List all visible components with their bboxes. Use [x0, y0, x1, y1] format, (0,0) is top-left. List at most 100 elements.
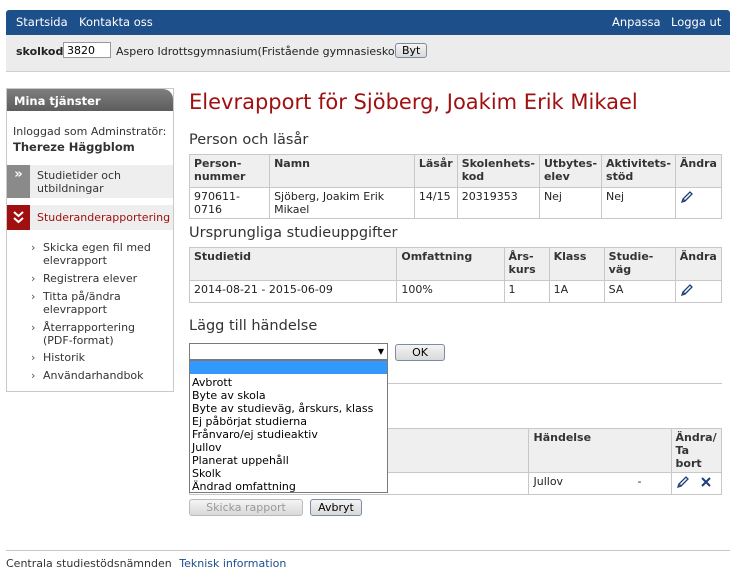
column-header: Klass: [548, 247, 605, 281]
sidebar-subitem-registrera[interactable]: › Registrera elever: [31, 272, 171, 285]
option-item[interactable]: Ändrad omfattning: [192, 480, 296, 493]
column-header: Utbytes-elev: [538, 154, 603, 188]
option-item[interactable]: Jullov: [192, 441, 222, 454]
pencil-icon[interactable]: [680, 190, 694, 204]
option-item[interactable]: Byte av skola: [192, 389, 266, 402]
sidebar-subitem-label: Skicka egen fil med elevrapport: [43, 241, 151, 267]
column-header: Omfattning: [396, 247, 505, 281]
sidebar-subitem-skicka-fil[interactable]: › Skicka egen fil med elevrapport: [31, 241, 171, 267]
table-cell: SA: [603, 280, 676, 303]
ok-button[interactable]: OK: [395, 344, 445, 361]
table-cell: 100%: [396, 280, 505, 303]
column-header: Skolenhets-kod: [456, 154, 540, 188]
school-code-label: skolkod:: [16, 45, 68, 58]
sidebar-item-studietider[interactable]: » Studietider och utbildningar: [7, 165, 173, 198]
top-navigation-bar: Startsida Kontakta oss Anpassa Logga ut: [6, 10, 730, 35]
dropdown-arrow-icon: ▼: [377, 347, 384, 356]
change-school-button[interactable]: Byt: [395, 43, 428, 58]
column-header: Aktivitets-stöd: [601, 154, 676, 188]
table-cell: 14/15: [413, 187, 458, 219]
option-item[interactable]: Avbrott: [192, 376, 232, 389]
home-link[interactable]: Startsida: [16, 15, 68, 29]
section-heading-person: Person och läsår: [189, 132, 309, 148]
footer-org: Centrala studiestödsnämnden: [6, 557, 172, 570]
sidebar-subitem-historik[interactable]: › Historik: [31, 351, 171, 364]
chevron-right-icon: ›: [31, 272, 36, 285]
column-header: Ändra: [674, 247, 723, 281]
table-cell: Sjöberg, Joakim Erik Mikael: [269, 187, 415, 219]
school-name: Aspero Idrottsgymnasium(Fristående gymna…: [116, 45, 409, 58]
event-select[interactable]: ▼: [189, 343, 388, 360]
pencil-icon[interactable]: [676, 475, 690, 489]
sidebar-item-label: Studeranderapportering: [37, 211, 171, 224]
customize-link[interactable]: Anpassa: [612, 15, 661, 29]
section-heading-studieuppgifter: Ursprungliga studieuppgifter: [189, 225, 398, 241]
option-item[interactable]: Ej påbörjat studierna: [192, 415, 307, 428]
footer-divider: [6, 550, 730, 551]
sidebar-subitem-label: Historik: [43, 351, 86, 364]
table-cell: Nej: [601, 187, 676, 219]
sidebar-subitem-label: Registrera elever: [43, 272, 138, 285]
table-cell: 20319353: [456, 187, 540, 219]
send-report-button[interactable]: Skicka rapport: [189, 499, 303, 516]
sidebar-subitem-aterrapportering[interactable]: › Återrapportering (PDF-format): [31, 321, 171, 347]
sidebar-item-label: Studietider och utbildningar: [37, 169, 121, 195]
section-heading-lagg-till: Lägg till händelse: [189, 318, 318, 334]
study-table: Studietid Omfattning Års-kurs Klass Stud…: [188, 247, 723, 303]
table-cell: Nej: [538, 187, 603, 219]
cancel-button[interactable]: Avbryt: [310, 499, 362, 516]
logged-in-user: Thereze Häggblom: [13, 140, 135, 154]
sidebar-item-studeranderapportering[interactable]: Studeranderapportering: [7, 205, 173, 230]
option-item[interactable]: Byte av studieväg, årskurs, klass: [192, 402, 373, 415]
highlighted-empty-option[interactable]: [190, 361, 387, 374]
double-chevron-down-icon: [7, 205, 30, 230]
pencil-icon[interactable]: [680, 283, 694, 297]
table-cell: Jullov -: [528, 472, 672, 495]
column-header: Ändra/ Ta bort: [670, 428, 723, 473]
school-bar: skolkod: Aspero Idrottsgymnasium(Friståe…: [6, 35, 730, 72]
logout-link[interactable]: Logga ut: [671, 15, 721, 29]
event-options-list: Avbrott Byte av skola Byte av studieväg,…: [189, 360, 388, 493]
contact-link[interactable]: Kontakta oss: [79, 15, 153, 29]
column-header: Namn: [269, 154, 415, 188]
sidebar-subitem-anvandarhandbok[interactable]: › Användarhandbok: [31, 369, 171, 382]
sidebar-subitem-label: Titta på/ändra elevrapport: [43, 290, 121, 316]
option-item[interactable]: Frånvaro/ej studieaktiv: [192, 428, 318, 441]
sidebar-subitem-label: Återrapportering (PDF-format): [43, 321, 136, 347]
edit-cell: [670, 472, 723, 495]
column-header: Studie-väg: [603, 247, 676, 281]
option-item[interactable]: Planerat uppehåll: [192, 454, 289, 467]
column-header: Ändra: [674, 154, 723, 188]
column-header: Studietid: [188, 247, 398, 281]
page-title: Elevrapport för Sjöberg, Joakim Erik Mik…: [189, 90, 638, 114]
table-row: 2014-08-21 - 2015-06-09 100% 1 1A SA: [188, 280, 723, 303]
sidebar-title: Mina tjänster: [7, 89, 173, 111]
person-table: Person-nummer Namn Läsår Skolenhets-kod …: [188, 154, 723, 219]
sidebar-title-text: Mina tjänster: [14, 94, 101, 108]
table-row: 970611-0716 Sjöberg, Joakim Erik Mikael …: [188, 187, 723, 219]
table-header-row: Studietid Omfattning Års-kurs Klass Stud…: [188, 247, 723, 281]
delete-icon[interactable]: [699, 475, 713, 489]
table-cell: 1: [503, 280, 550, 303]
footer: Centrala studiestödsnämnden Teknisk info…: [6, 557, 286, 570]
chevron-right-icon: ›: [31, 321, 36, 334]
logged-in-label: Inloggad som Adminstratör:: [13, 125, 167, 138]
sidebar: Mina tjänster Inloggad som Adminstratör:…: [6, 88, 174, 392]
edit-cell: [674, 280, 723, 303]
sidebar-subitem-titta[interactable]: › Titta på/ändra elevrapport: [31, 290, 171, 316]
double-chevron-right-icon: »: [7, 165, 30, 198]
table-cell: 970611-0716: [188, 187, 271, 219]
table-cell: 1A: [548, 280, 605, 303]
option-item[interactable]: Skolk: [192, 467, 221, 480]
table-cell: 2014-08-21 - 2015-06-09: [188, 280, 398, 303]
technical-info-link[interactable]: Teknisk information: [179, 557, 286, 570]
column-header: Läsår: [413, 154, 458, 188]
edit-cell: [674, 187, 723, 219]
event-dash: -: [637, 475, 642, 488]
event-name: Jullov: [533, 475, 564, 488]
chevron-right-icon: ›: [31, 351, 36, 364]
column-header: Års-kurs: [503, 247, 550, 281]
chevron-right-icon: ›: [31, 369, 36, 382]
school-code-input[interactable]: [63, 42, 111, 58]
sidebar-subitem-label: Användarhandbok: [43, 369, 144, 382]
